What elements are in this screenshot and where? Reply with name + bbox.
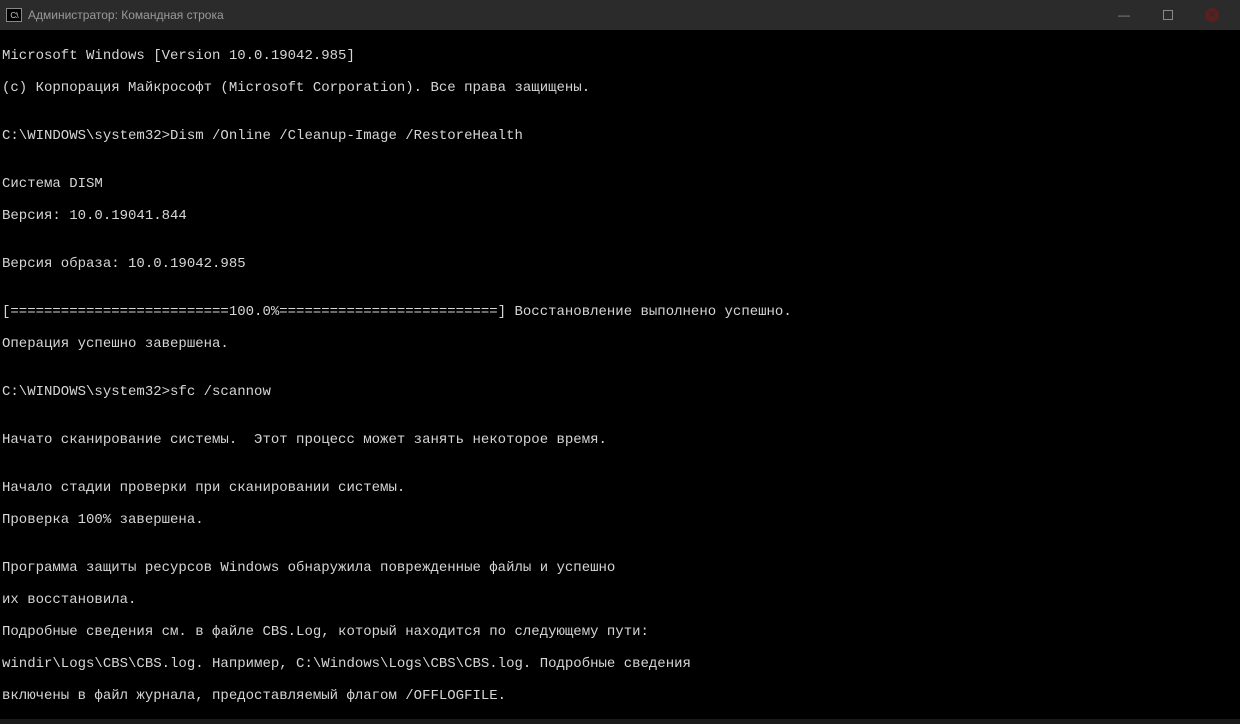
minimize-button[interactable]: —	[1102, 0, 1146, 30]
output-line: Версия образа: 10.0.19042.985	[2, 256, 1238, 272]
output-line: включены в файл журнала, предоставляемый…	[2, 688, 1238, 704]
output-line: Программа защиты ресурсов Windows обнару…	[2, 560, 1238, 576]
output-line: Начало стадии проверки при сканировании …	[2, 480, 1238, 496]
titlebar[interactable]: C:\ Администратор: Командная строка — ✕	[0, 0, 1240, 30]
maximize-button[interactable]	[1146, 0, 1190, 30]
output-line: windir\Logs\CBS\CBS.log. Например, C:\Wi…	[2, 656, 1238, 672]
output-line: Операция успешно завершена.	[2, 336, 1238, 352]
output-line: Версия: 10.0.19041.844	[2, 208, 1238, 224]
cmd-window: C:\ Администратор: Командная строка — ✕ …	[0, 0, 1240, 724]
output-line: Начато сканирование системы. Этот процес…	[2, 432, 1238, 448]
prompt-line: C:\WINDOWS\system32>sfc /scannow	[2, 384, 1238, 400]
bottom-border	[0, 719, 1240, 724]
maximize-icon	[1163, 10, 1173, 20]
window-title: Администратор: Командная строка	[28, 8, 224, 22]
output-line: [==========================100.0%=======…	[2, 304, 1238, 320]
output-line: Cистема DISM	[2, 176, 1238, 192]
close-icon: ✕	[1208, 10, 1216, 21]
output-line: Проверка 100% завершена.	[2, 512, 1238, 528]
close-button[interactable]: ✕	[1190, 0, 1234, 30]
terminal-output[interactable]: Microsoft Windows [Version 10.0.19042.98…	[0, 30, 1240, 719]
cmd-icon: C:\	[6, 8, 22, 22]
output-line: их восстановила.	[2, 592, 1238, 608]
output-line: Подробные сведения см. в файле CBS.Log, …	[2, 624, 1238, 640]
output-line: (c) Корпорация Майкрософт (Microsoft Cor…	[2, 80, 1238, 96]
output-line: Microsoft Windows [Version 10.0.19042.98…	[2, 48, 1238, 64]
prompt-line: C:\WINDOWS\system32>Dism /Online /Cleanu…	[2, 128, 1238, 144]
